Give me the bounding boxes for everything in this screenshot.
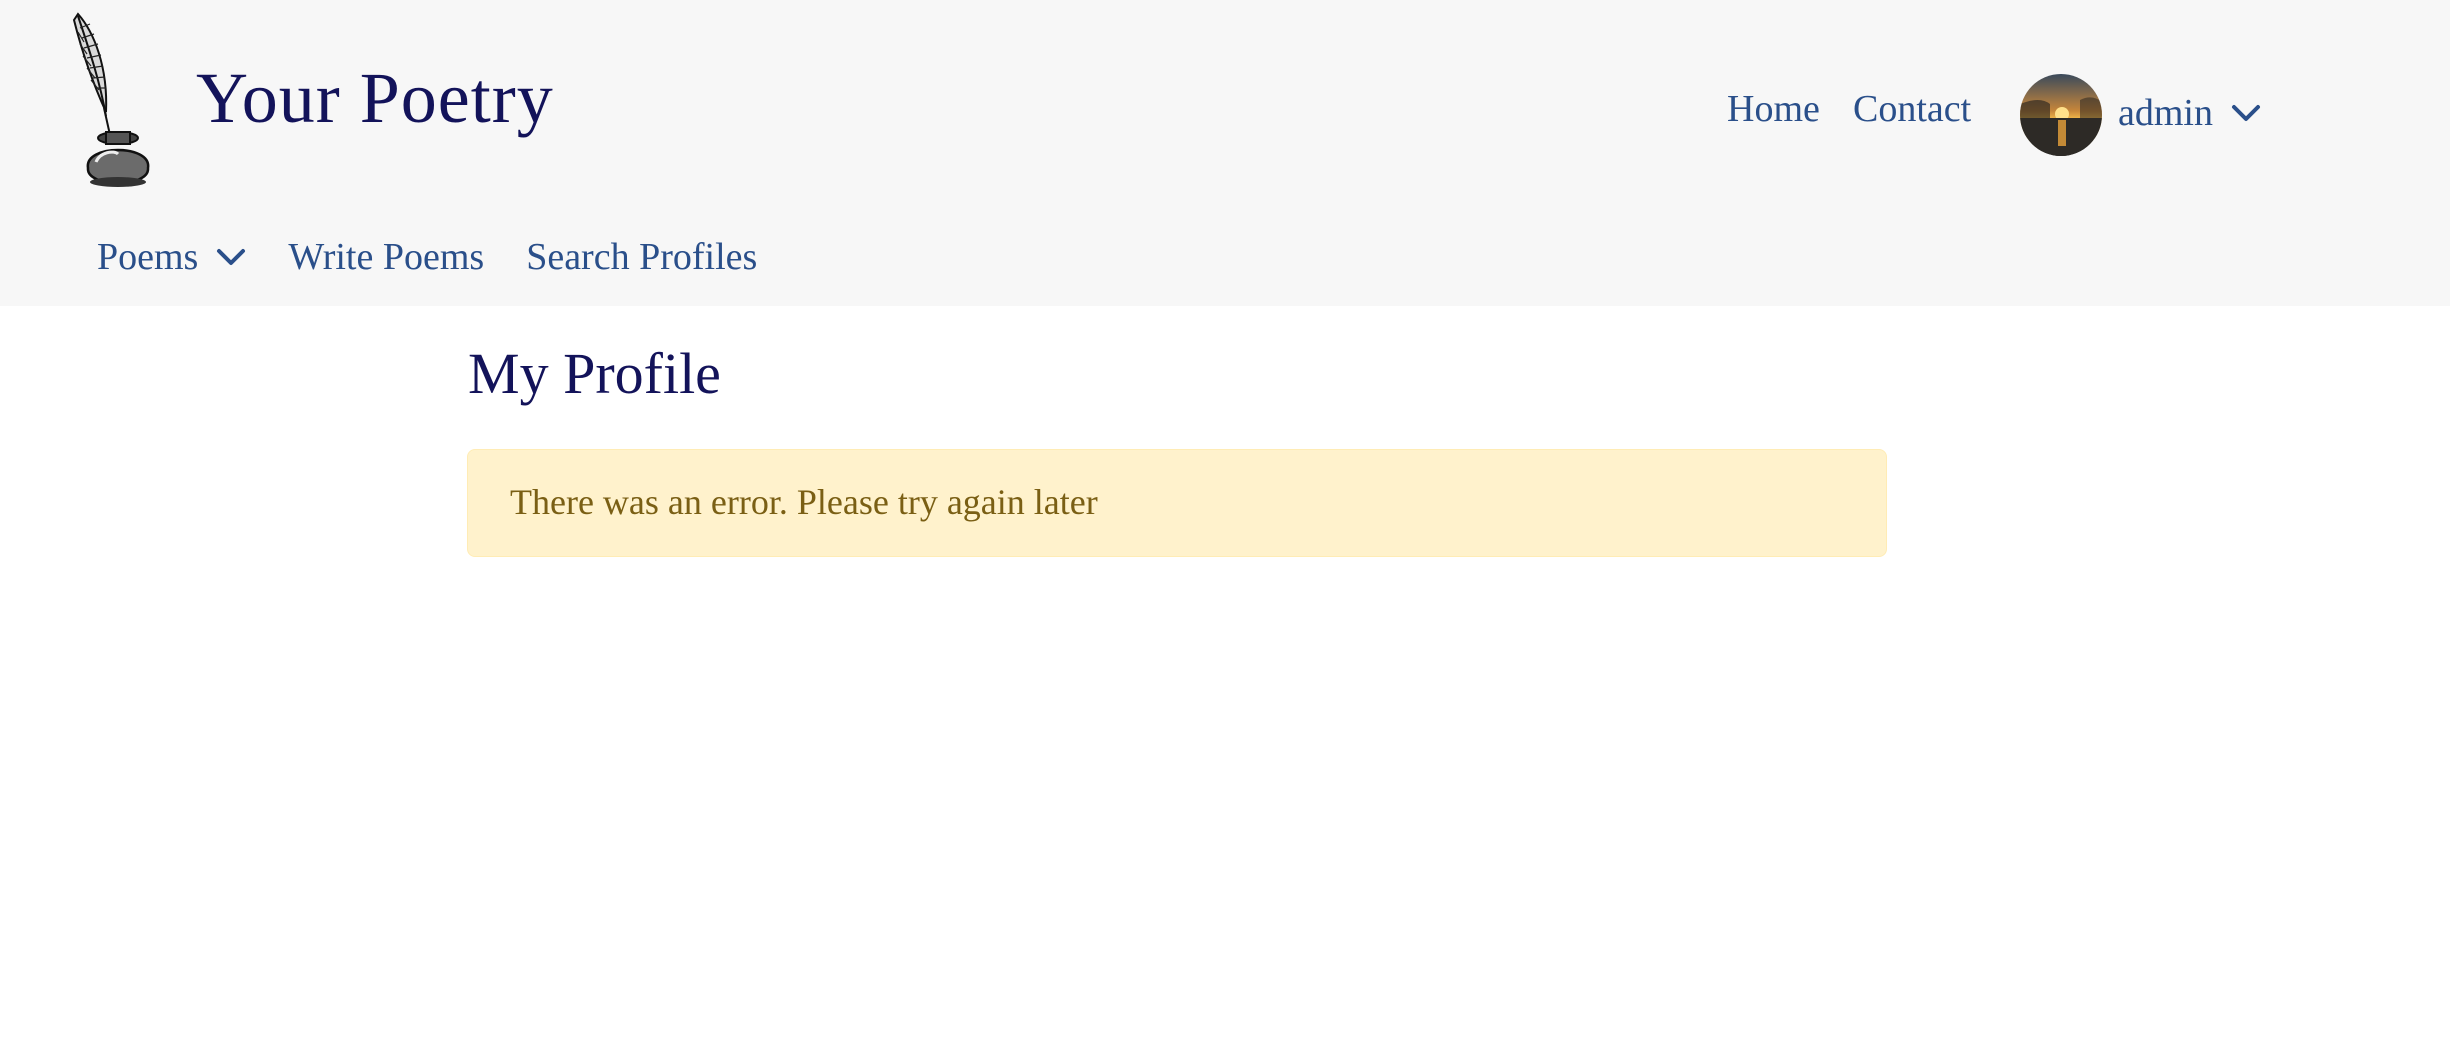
user-avatar[interactable] <box>2020 74 2102 156</box>
nav-contact-link[interactable]: Contact <box>1853 90 1971 128</box>
chevron-down-icon <box>2231 105 2260 121</box>
nav-search-profiles-link[interactable]: Search Profiles <box>526 238 757 276</box>
sunset-avatar-image <box>2020 74 2102 156</box>
quill-inkwell-icon[interactable] <box>66 12 166 192</box>
error-alert: There was an error. Please try again lat… <box>467 449 1887 557</box>
chevron-down-icon <box>217 249 246 265</box>
nav-search-profiles-label: Search Profiles <box>526 236 758 278</box>
alert-message: There was an error. Please try again lat… <box>510 482 1098 522</box>
nav-home-link[interactable]: Home <box>1727 90 1820 128</box>
user-name: admin <box>2118 92 2213 134</box>
nav-poems-dropdown[interactable]: Poems <box>97 238 246 276</box>
site-header: Your Poetry Home Contact admin Poems Wri… <box>0 0 2450 306</box>
site-title[interactable]: Your Poetry <box>196 62 554 134</box>
nav-poems-label: Poems <box>97 236 199 278</box>
nav-write-poems-link[interactable]: Write Poems <box>288 238 484 276</box>
nav-write-poems-label: Write Poems <box>288 236 485 278</box>
secondary-nav: Poems Write Poems Search Profiles <box>97 238 757 276</box>
user-menu-toggle[interactable]: admin <box>2118 94 2261 132</box>
page-title: My Profile <box>468 341 721 406</box>
